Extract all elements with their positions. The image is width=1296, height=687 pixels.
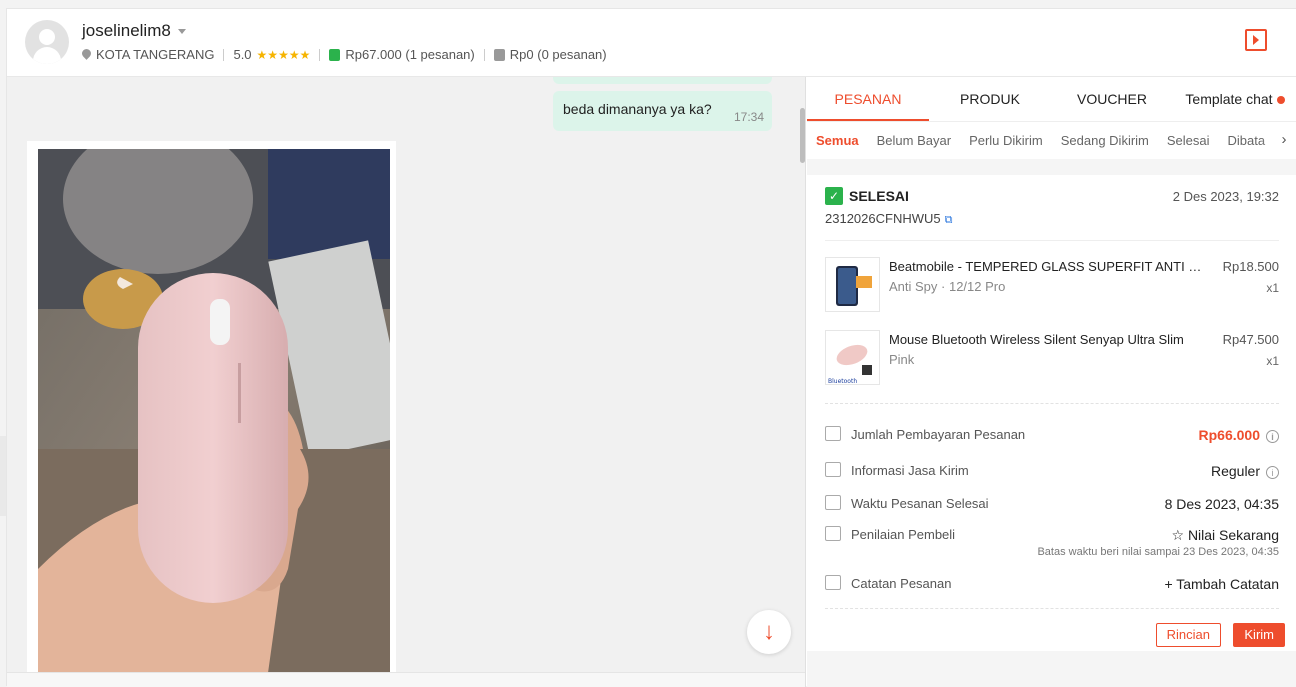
location-pin-icon [82,49,91,61]
chat-header: joselinelim8 KOTA TANGERANG 5.0 ★★★★★ Rp… [7,9,1296,77]
paid-amount: Rp67.000 [345,47,402,62]
info-icon[interactable]: i [1266,429,1279,443]
chevron-right-icon[interactable]: › [1271,122,1296,159]
chat-scrollbar[interactable] [800,108,805,163]
avatar[interactable] [25,20,69,64]
subtab-semua[interactable]: Semua [816,133,859,148]
order-status-filter: Semua Belum Bayar Perlu Dikirim Sedang D… [807,121,1296,159]
message-bubble[interactable]: beda dimananya ya ka? 17:34 [553,91,772,131]
tab-voucher[interactable]: VOUCHER [1051,77,1173,121]
unpaid-bag-icon [493,48,505,61]
item-price: Rp18.500 [1222,259,1279,274]
unpaid-orders: (0 pesanan) [537,47,607,62]
review-deadline: Batas waktu beri nilai sampai 23 Des 202… [1037,546,1279,558]
buyer-meta: KOTA TANGERANG 5.0 ★★★★★ Rp67.000 (1 pes… [82,47,607,62]
paid-bag-icon [329,48,341,61]
order-item[interactable]: Beatmobile - TEMPERED GLASS SUPERFIT ANT… [825,257,1279,313]
subtab-belum-bayar[interactable]: Belum Bayar [877,133,951,148]
chat-window: joselinelim8 KOTA TANGERANG 5.0 ★★★★★ Rp… [6,8,1296,687]
previous-message-bubble [553,77,772,84]
review-row: Penilaian Pembeli ☆ Nilai Sekarang Batas… [825,526,1280,561]
paid-orders: (1 pesanan) [405,47,475,62]
collapse-panel-icon[interactable] [1245,29,1267,51]
item-name: Mouse Bluetooth Wireless Silent Senyap U… [889,332,1184,347]
order-item[interactable]: Bluetooth Mouse Bluetooth Wireless Silen… [825,330,1279,386]
username[interactable]: joselinelim8 [82,21,186,41]
message-text: beda dimananya ya ka? [563,101,712,117]
subtab-sedang-dikirim[interactable]: Sedang Dikirim [1061,133,1149,148]
order-status: ✓ SELESAI [825,187,909,205]
order-panel: PESANAN PRODUK VOUCHER Template chat Sem… [807,77,1296,687]
chat-messages[interactable]: beda dimananya ya ka? 17:34 ↓ [7,77,806,687]
tab-pesanan[interactable]: PESANAN [807,77,929,121]
chevron-down-icon[interactable] [177,29,186,35]
item-qty: x1 [1266,354,1279,368]
payment-icon [825,426,841,441]
clipboard-check-icon: ✓ [825,187,843,205]
send-button[interactable]: Kirim [1233,623,1285,647]
order-id: 2312026CFNHWU5 ⧉ [825,211,953,226]
location-text: KOTA TANGERANG [96,47,215,62]
item-qty: x1 [1266,281,1279,295]
order-card: ✓ SELESAI 2 Des 2023, 19:32 2312026CFNHW… [807,175,1296,651]
product-photo[interactable] [38,149,390,673]
subtab-selesai[interactable]: Selesai [1167,133,1210,148]
rate-now-link[interactable]: ☆ Nilai Sekarang [1172,527,1280,544]
item-thumbnail [825,257,880,312]
arrow-down-icon: ↓ [763,618,775,645]
message-composer[interactable] [7,672,805,687]
calendar-icon [825,495,841,510]
note-icon [825,575,841,590]
truck-icon [825,462,841,477]
scroll-down-button[interactable]: ↓ [747,610,791,654]
unpaid-amount: Rp0 [509,47,534,62]
review-icon [825,526,841,541]
item-variant: Anti Spy · 12/12 Pro [889,279,1006,294]
item-name: Beatmobile - TEMPERED GLASS SUPERFIT ANT… [889,259,1209,274]
add-note-link[interactable]: + Tambah Catatan [1164,576,1279,592]
tab-template-chat[interactable]: Template chat [1173,77,1296,121]
thumb-label: Bluetooth [828,378,857,385]
rating-stars-icon: ★★★★★ [256,47,311,62]
image-message[interactable] [27,141,396,687]
order-date: 2 Des 2023, 19:32 [1172,189,1279,204]
notification-dot [1276,96,1285,105]
subtab-dibatalkan[interactable]: Dibata [1228,133,1266,148]
copy-icon[interactable]: ⧉ [945,214,953,226]
details-button[interactable]: Rincian [1155,623,1221,647]
subtab-perlu-dikirim[interactable]: Perlu Dikirim [969,133,1043,148]
tab-produk[interactable]: PRODUK [929,77,1051,121]
rating-value: 5.0 [233,47,252,62]
item-price: Rp47.500 [1222,332,1279,347]
message-time: 17:34 [733,110,764,124]
panel-tabs: PESANAN PRODUK VOUCHER Template chat [807,77,1296,121]
item-variant: Pink [889,352,915,367]
item-thumbnail: Bluetooth [825,330,880,385]
info-icon[interactable]: i [1266,465,1279,479]
